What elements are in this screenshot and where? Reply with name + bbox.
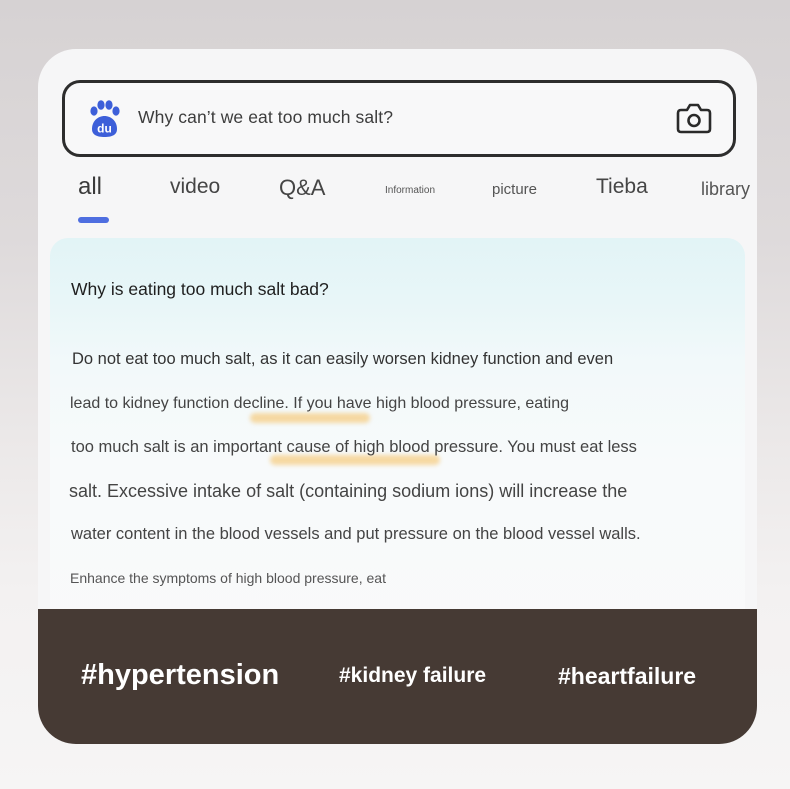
- hashtag-kidney-failure[interactable]: #kidney failure: [339, 664, 486, 688]
- answer-panel: Why is eating too much salt bad? Do not …: [50, 238, 745, 658]
- search-box[interactable]: du Why can’t we eat too much salt?: [62, 80, 736, 157]
- svg-text:du: du: [97, 122, 112, 136]
- hashtag-hypertension[interactable]: #hypertension: [81, 659, 279, 692]
- active-tab-indicator: [78, 217, 109, 223]
- tab-tieba[interactable]: Tieba: [596, 175, 648, 199]
- answer-line: Enhance the symptoms of high blood press…: [70, 570, 386, 586]
- answer-line: lead to kidney function decline. If you …: [70, 395, 569, 412]
- answer-line: too much salt is an important cause of h…: [71, 438, 637, 456]
- tab-qa[interactable]: Q&A: [279, 175, 325, 201]
- tab-library[interactable]: library: [701, 179, 750, 200]
- answer-line: Do not eat too much salt, as it can easi…: [72, 350, 614, 368]
- tab-all[interactable]: all: [78, 173, 102, 201]
- answer-line: water content in the blood vessels and p…: [71, 525, 641, 543]
- baidu-paw-icon[interactable]: du: [85, 99, 123, 139]
- tab-information[interactable]: Information: [385, 185, 435, 196]
- camera-icon[interactable]: [675, 100, 713, 136]
- hashtag-heartfailure[interactable]: #heartfailure: [558, 663, 696, 690]
- text-highlight: [250, 413, 370, 423]
- hashtag-bar: #hypertension #kidney failure #heartfail…: [38, 609, 757, 744]
- tab-picture[interactable]: picture: [492, 181, 537, 198]
- answer-line: salt. Excessive intake of salt (containi…: [69, 481, 628, 501]
- search-input[interactable]: Why can’t we eat too much salt?: [138, 107, 393, 128]
- search-result-card: du Why can’t we eat too much salt? all v…: [38, 49, 757, 744]
- tab-video[interactable]: video: [170, 175, 220, 199]
- answer-title: Why is eating too much salt bad?: [71, 279, 329, 299]
